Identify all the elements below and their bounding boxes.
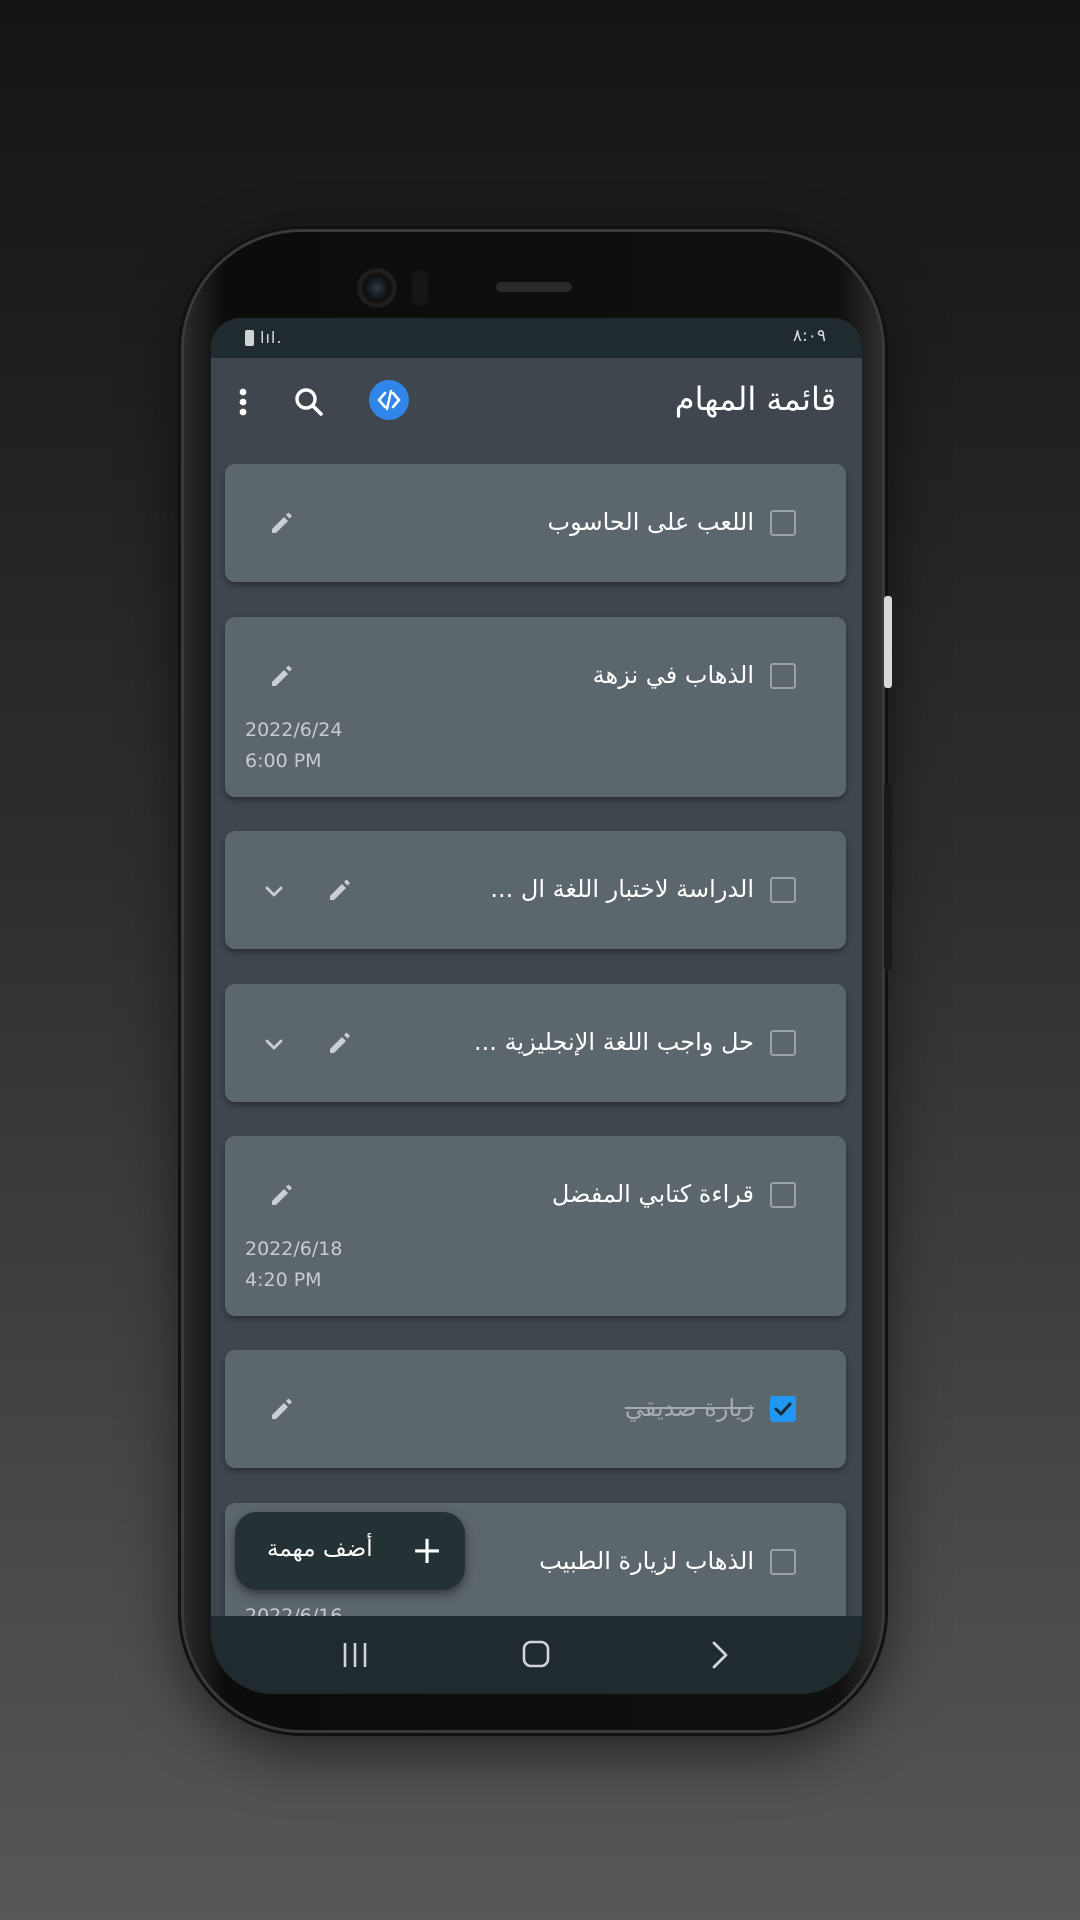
task-time: 6:00 PM <box>245 750 322 772</box>
task-card[interactable]: الدراسة لاختبار اللغة ال ... <box>225 831 846 949</box>
status-bar: lıl. ٨:٠٩ <box>211 318 862 358</box>
add-task-button[interactable]: أضف مهمة + <box>235 1512 465 1590</box>
task-date: 2022/6/18 <box>245 1238 343 1260</box>
pencil-icon[interactable] <box>267 509 295 537</box>
app-bar: قائمة المهام <box>211 358 862 448</box>
task-card[interactable]: الذهاب في نزهة 2022/6/24 6:00 PM <box>225 617 846 797</box>
status-time: ٨:٠٩ <box>792 326 826 346</box>
add-task-label: أضف مهمة <box>267 1536 373 1562</box>
pencil-icon[interactable] <box>267 1395 295 1423</box>
task-card[interactable]: اللعب على الحاسوب <box>225 464 846 582</box>
home-icon[interactable] <box>522 1640 550 1668</box>
signal-icon: lıl. <box>260 328 283 347</box>
battery-icon <box>245 329 254 346</box>
speaker-grille <box>496 282 572 292</box>
recents-icon[interactable] <box>339 1642 371 1668</box>
page-title: قائمة المهام <box>674 380 836 418</box>
more-vert-icon[interactable] <box>229 380 273 424</box>
chevron-down-icon[interactable] <box>261 878 287 904</box>
task-title: قراءة كتابي المفضل <box>551 1180 754 1208</box>
pencil-icon[interactable] <box>325 1029 353 1057</box>
screen: lıl. ٨:٠٩ قائمة المهام اللعب على الحاسوب… <box>211 318 862 1694</box>
task-date: 2022/6/24 <box>245 719 343 741</box>
task-title: الذهاب في نزهة <box>592 661 754 689</box>
power-button <box>884 596 892 688</box>
app-logo-icon[interactable] <box>369 380 409 420</box>
system-nav-bar <box>211 1616 862 1694</box>
pencil-icon[interactable] <box>267 1181 295 1209</box>
task-title: الذهاب لزيارة الطبيب <box>539 1547 754 1575</box>
task-checkbox[interactable] <box>770 1182 796 1208</box>
task-checkbox[interactable] <box>770 663 796 689</box>
task-card[interactable]: قراءة كتابي المفضل 2022/6/18 4:20 PM <box>225 1136 846 1316</box>
task-checkbox[interactable] <box>770 1030 796 1056</box>
task-checkbox[interactable] <box>770 877 796 903</box>
pencil-icon[interactable] <box>325 876 353 904</box>
chevron-down-icon[interactable] <box>261 1031 287 1057</box>
pencil-icon[interactable] <box>267 662 295 690</box>
task-checkbox[interactable] <box>770 1549 796 1575</box>
task-checkbox[interactable] <box>770 510 796 536</box>
task-time: 4:20 PM <box>245 1269 322 1291</box>
task-title: حل واجب اللغة الإنجليزية ... <box>474 1028 754 1056</box>
task-card[interactable]: حل واجب اللغة الإنجليزية ... <box>225 984 846 1102</box>
task-card[interactable]: زيارة صديقي <box>225 1350 846 1468</box>
plus-icon: + <box>411 1528 443 1572</box>
sensor-icon <box>412 270 428 306</box>
volume-button <box>884 784 892 970</box>
task-checkbox-checked[interactable] <box>770 1396 796 1422</box>
search-icon[interactable] <box>287 380 331 424</box>
task-title: الدراسة لاختبار اللغة ال ... <box>490 875 754 903</box>
task-title: زيارة صديقي <box>624 1394 754 1422</box>
task-title: اللعب على الحاسوب <box>547 508 754 536</box>
status-icons: lıl. <box>245 328 282 347</box>
back-icon[interactable] <box>709 1640 731 1670</box>
camera-icon <box>357 268 397 308</box>
